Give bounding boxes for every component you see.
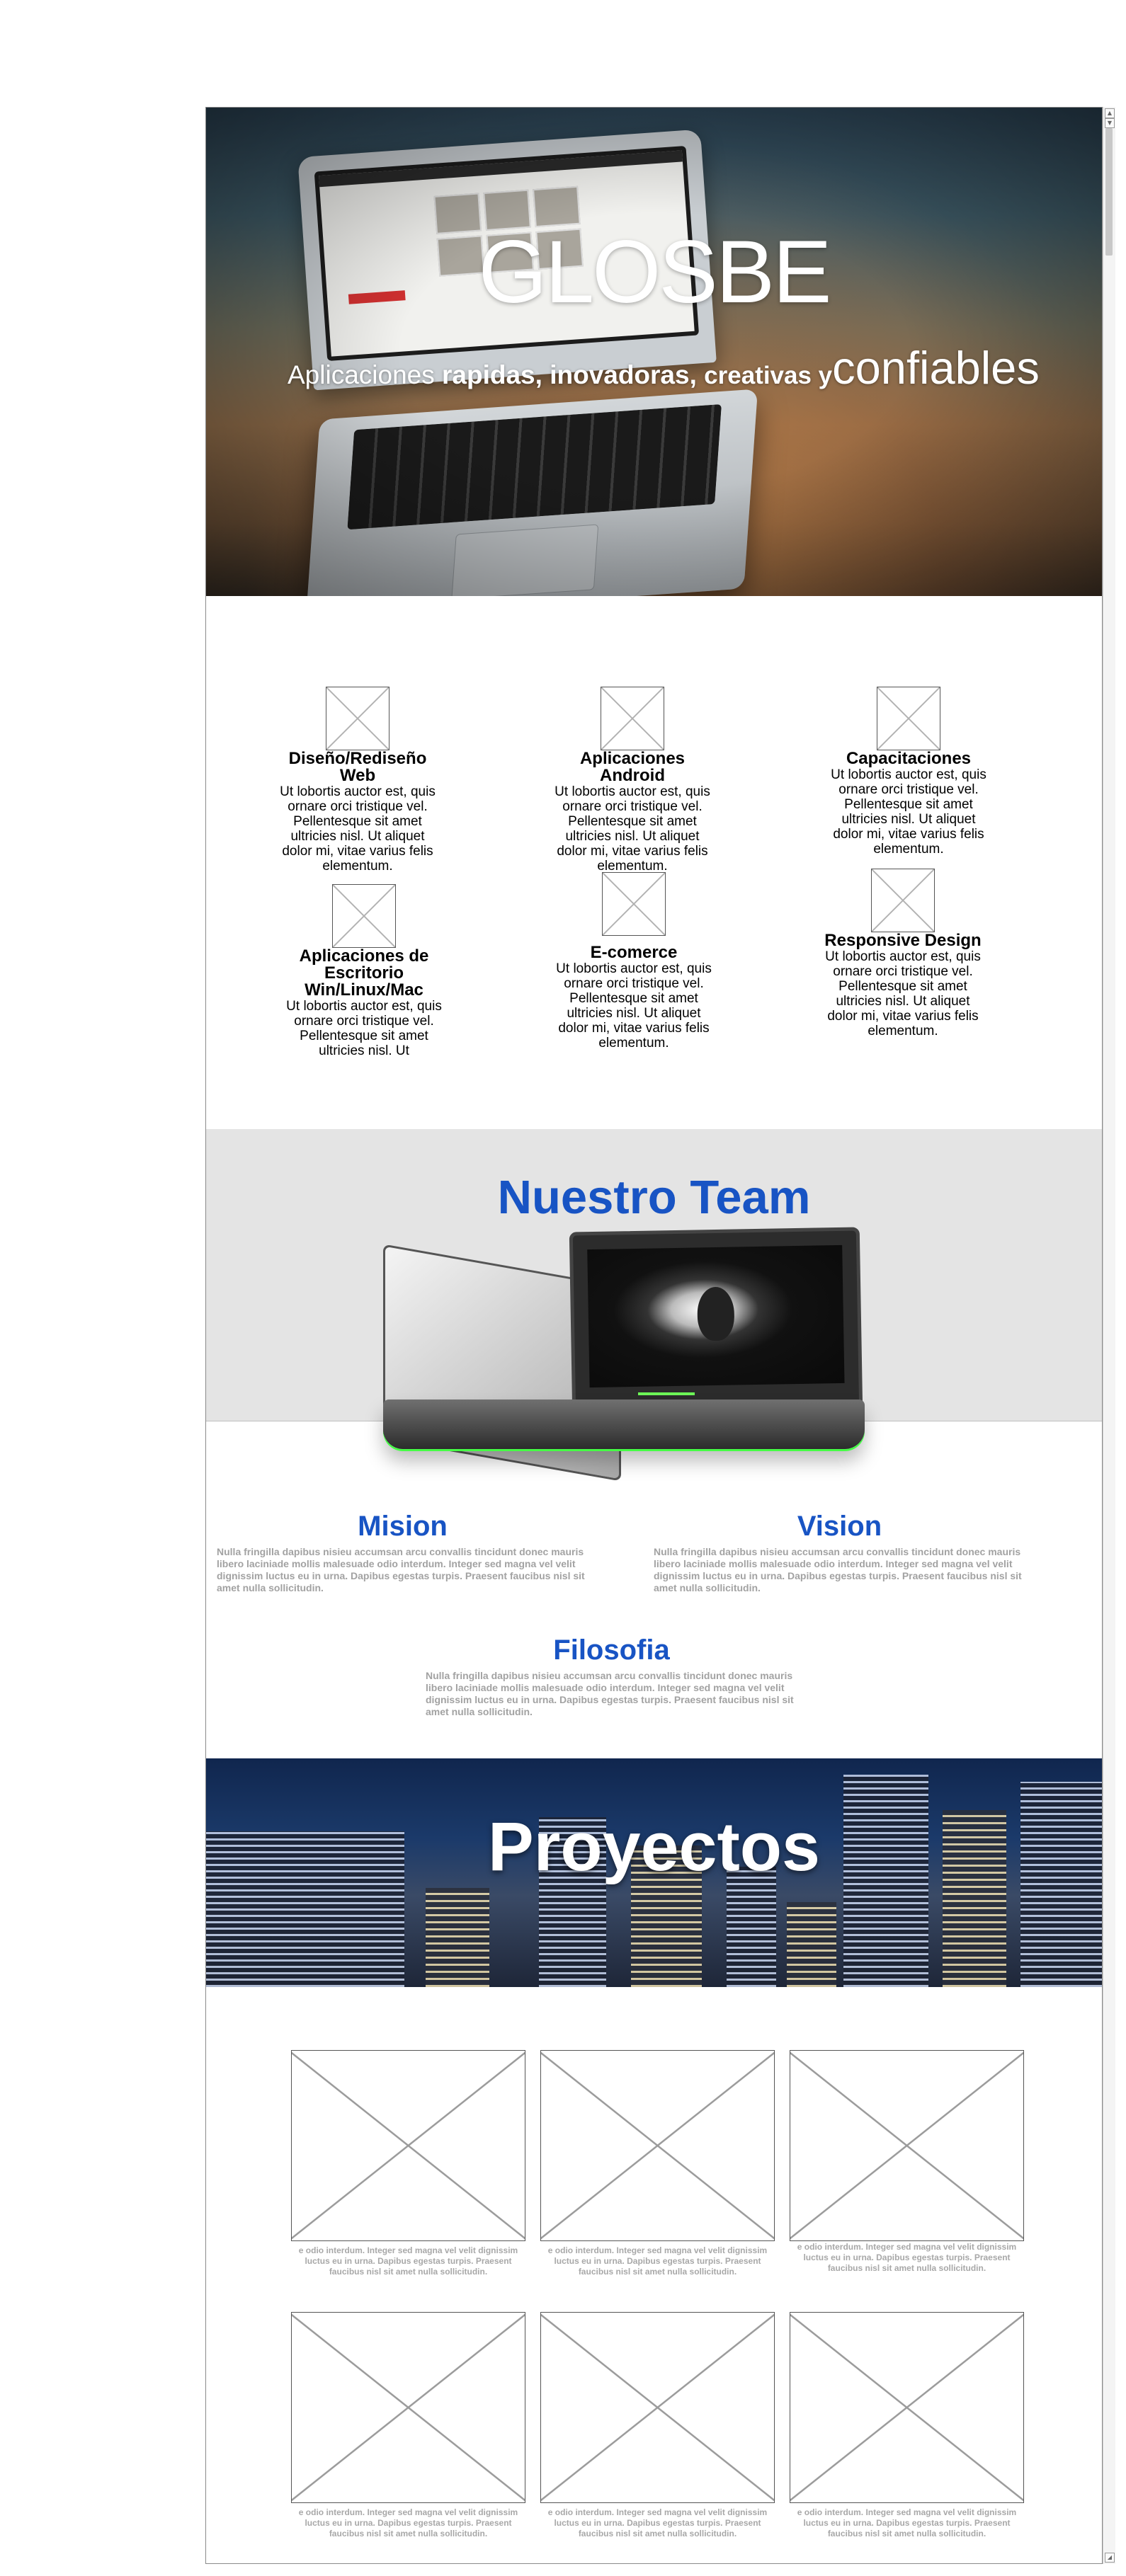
service-text: Ut lobortis auctor est, quis ornare orci… — [825, 949, 981, 1038]
hero-subtitle-part4: confiables — [832, 342, 1040, 394]
project-image-placeholder-icon[interactable] — [540, 2312, 775, 2503]
service-text: Ut lobortis auctor est, quis ornare orci… — [555, 784, 710, 874]
service-title: Diseño/Rediseño Web — [288, 749, 427, 785]
scroll-up-icon[interactable]: ▲ — [1105, 108, 1115, 118]
service-title: Aplicaciones de Escritorio Win/Linux/Mac — [299, 946, 429, 1000]
project-card[interactable]: e odio interdum. Integer sed magna vel v… — [540, 2312, 775, 2539]
project-text: e odio interdum. Integer sed magna vel v… — [298, 2245, 518, 2277]
project-image-placeholder-icon[interactable] — [540, 2050, 775, 2241]
service-image-placeholder-icon — [332, 884, 396, 948]
filosofia-text: Nulla fringilla dapibus nisieu accumsan … — [426, 1670, 794, 1717]
service-card: Responsive Design Ut lobortis auctor est… — [821, 869, 984, 1038]
service-image-placeholder-icon — [602, 872, 666, 936]
service-title: E-comerce — [590, 943, 678, 962]
team-laptop-image — [383, 1227, 907, 1492]
service-text: Ut lobortis auctor est, quis ornare orci… — [280, 784, 436, 874]
vertical-scrollbar[interactable]: ▲ ▼ ◢ — [1103, 107, 1115, 2564]
service-card: Capacitaciones Ut lobortis auctor est, q… — [827, 687, 990, 857]
screen-menubar — [319, 150, 683, 188]
scrollbar-thumb[interactable] — [1105, 128, 1113, 256]
laptop-front-base-image — [383, 1399, 865, 1449]
service-title: Aplicaciones Android — [579, 749, 686, 785]
hero-title: GLOSBE — [478, 223, 831, 321]
city-building — [426, 1888, 489, 1987]
city-building — [787, 1902, 836, 1987]
laptop-glow-strip — [638, 1392, 695, 1395]
scroll-down-icon[interactable]: ▼ — [1105, 118, 1115, 128]
service-title: Capacitaciones — [846, 749, 972, 768]
mision-block: Mision Nulla fringilla dapibus nisieu ac… — [217, 1512, 588, 1594]
service-text: Ut lobortis auctor est, quis ornare orci… — [556, 961, 712, 1051]
project-text: e odio interdum. Integer sed magna vel v… — [547, 2245, 768, 2277]
project-card[interactable]: e odio interdum. Integer sed magna vel v… — [540, 2050, 775, 2277]
mision-text: Nulla fringilla dapibus nisieu accumsan … — [217, 1546, 585, 1593]
filosofia-block: Filosofia Nulla fringilla dapibus nisieu… — [426, 1636, 797, 1718]
project-image-placeholder-icon[interactable] — [291, 2050, 525, 2241]
team-title: Nuestro Team — [497, 1171, 811, 1224]
screen-thumbnail — [533, 185, 581, 228]
hero-subtitle: Aplicaciones rapidas, inovadoras, creati… — [288, 341, 1040, 394]
hero-subtitle-part3: creativas y — [704, 362, 833, 389]
hero-subtitle-part2: rapidas, inovadoras, — [442, 360, 705, 389]
project-text: e odio interdum. Integer sed magna vel v… — [797, 2507, 1017, 2538]
city-building — [843, 1775, 928, 1987]
service-text: Ut lobortis auctor est, quis ornare orci… — [831, 767, 986, 857]
project-card[interactable]: e odio interdum. Integer sed magna vel v… — [291, 2312, 525, 2539]
service-image-placeholder-icon — [871, 869, 935, 932]
service-image-placeholder-icon — [601, 687, 664, 750]
laptop-base-image — [305, 389, 758, 596]
service-text: Ut lobortis auctor est, quis ornare orci… — [286, 999, 442, 1058]
laptop-front-lid-image — [569, 1227, 863, 1416]
service-card: Aplicaciones de Escritorio Win/Linux/Mac… — [283, 884, 445, 1058]
laptop-trackpad-image — [451, 524, 599, 596]
vision-title: Vision — [797, 1511, 882, 1542]
vision-text: Nulla fringilla dapibus nisieu accumsan … — [654, 1546, 1022, 1593]
project-card[interactable]: e odio interdum. Integer sed magna vel v… — [790, 2312, 1024, 2539]
service-image-placeholder-icon — [326, 687, 389, 750]
service-image-placeholder-icon — [877, 687, 940, 750]
page-viewport: GLOSBE Aplicaciones rapidas, inovadoras,… — [205, 107, 1103, 2564]
hero-banner: GLOSBE Aplicaciones rapidas, inovadoras,… — [206, 108, 1102, 596]
mision-title: Mision — [358, 1511, 448, 1542]
scroll-corner-icon[interactable]: ◢ — [1105, 2553, 1115, 2563]
project-card[interactable]: e odio interdum. Integer sed magna vel v… — [790, 2050, 1024, 2274]
filosofia-title: Filosofia — [553, 1635, 670, 1666]
vision-block: Vision Nulla fringilla dapibus nisieu ac… — [654, 1512, 1025, 1594]
project-card[interactable]: e odio interdum. Integer sed magna vel v… — [291, 2050, 525, 2277]
project-text: e odio interdum. Integer sed magna vel v… — [797, 2242, 1017, 2273]
alien-logo-icon — [697, 1286, 735, 1341]
project-text: e odio interdum. Integer sed magna vel v… — [547, 2507, 768, 2538]
project-text: e odio interdum. Integer sed magna vel v… — [298, 2507, 518, 2538]
project-image-placeholder-icon[interactable] — [790, 2050, 1024, 2241]
laptop-keyboard-image — [347, 403, 722, 530]
projects-title: Proyectos — [487, 1808, 821, 1885]
hero-subtitle-part1: Aplicaciones — [288, 360, 443, 389]
service-title: Responsive Design — [824, 931, 982, 950]
project-image-placeholder-icon[interactable] — [790, 2312, 1024, 2503]
service-card: Aplicaciones Android Ut lobortis auctor … — [551, 687, 714, 874]
service-card: Diseño/Rediseño Web Ut lobortis auctor e… — [276, 687, 439, 874]
service-card: E-comerce Ut lobortis auctor est, quis o… — [552, 872, 715, 1051]
laptop-front-screen-image — [587, 1244, 845, 1388]
project-image-placeholder-icon[interactable] — [291, 2312, 525, 2503]
